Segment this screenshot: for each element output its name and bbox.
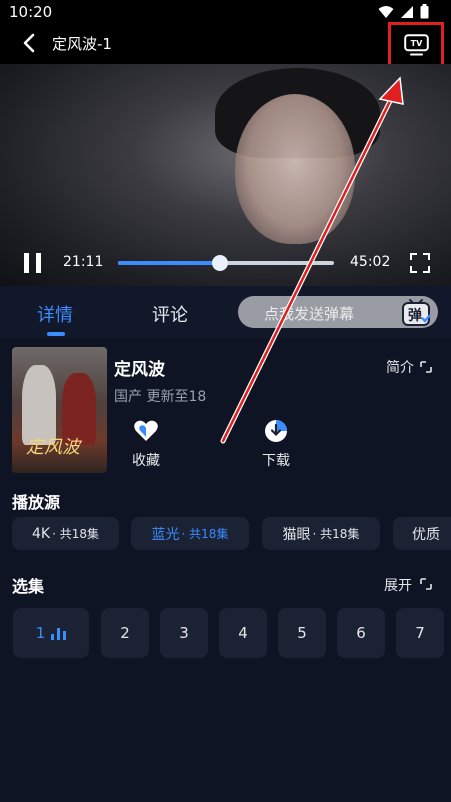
source-chip-maoyan[interactable]: 猫眼 · 共18集 [262, 517, 380, 550]
episode-button-4[interactable]: 4 [219, 608, 267, 658]
cast-tv-button[interactable]: TV [388, 22, 444, 70]
playing-bars-icon [51, 627, 67, 640]
signal-icon [401, 5, 413, 18]
active-tab-indicator [47, 332, 65, 336]
episode-number: 1 [35, 624, 46, 642]
progress-track[interactable] [118, 255, 334, 271]
page-title: 定风波-1 [52, 35, 112, 53]
intro-arrow-icon[interactable] [420, 361, 432, 373]
tv-icon-label: TV [411, 39, 423, 48]
status-time: 10:20 [9, 3, 53, 21]
progress-knob[interactable] [211, 255, 228, 271]
danmu-placeholder: 点我发送弹幕 [264, 305, 355, 323]
source-chip-4k[interactable]: 4K · 共18集 [12, 517, 119, 550]
poster-title: 定风波 [26, 437, 80, 458]
intro-link[interactable]: 简介 [386, 357, 414, 377]
top-bar: 定风波-1 [0, 24, 451, 64]
fullscreen-icon[interactable] [410, 253, 430, 273]
player-controls: 21:11 45:02 [0, 246, 451, 286]
danmu-icon-label: 弹 [408, 307, 422, 324]
progress-fill [118, 261, 220, 265]
show-poster[interactable]: 定风波 [12, 347, 107, 473]
tab-details[interactable]: 详情 [37, 301, 73, 327]
episode-button-6[interactable]: 6 [337, 608, 385, 658]
video-frame-face [235, 94, 355, 244]
battery-icon [420, 4, 429, 19]
expand-link[interactable]: 展开 [384, 575, 412, 595]
source-chip-name: 4K [32, 525, 51, 542]
episode-number: 5 [297, 624, 307, 642]
favorite-button[interactable]: 收藏 [126, 418, 166, 470]
status-bar: 10:20 [0, 0, 451, 24]
source-chip-name: 优质 [412, 526, 440, 543]
source-chip-premium[interactable]: 优质 [393, 517, 451, 550]
source-section-title: 播放源 [12, 493, 61, 512]
tab-comments[interactable]: 评论 [152, 301, 188, 327]
show-title: 定风波 [114, 360, 165, 380]
episode-button-1[interactable]: 1 [13, 608, 89, 658]
download-button[interactable]: 下载 [256, 418, 296, 470]
episode-button-7[interactable]: 7 [396, 608, 444, 658]
download-label: 下载 [262, 453, 290, 469]
episode-number: 3 [179, 624, 189, 642]
source-chip-name: 猫眼 [282, 526, 311, 543]
danmu-toggle-icon[interactable]: 弹 [400, 297, 432, 327]
show-meta: 国产 更新至18 [114, 389, 207, 405]
episode-number: 7 [415, 624, 425, 642]
source-chip-count: · 共18集 [312, 527, 360, 541]
source-chip-name: 蓝光 [151, 526, 180, 543]
episode-number: 4 [238, 624, 248, 642]
status-icons [378, 4, 429, 19]
favorite-label: 收藏 [132, 453, 160, 469]
episodes-section-title: 选集 [12, 577, 45, 596]
duration-time: 45:02 [350, 254, 391, 270]
episode-button-2[interactable]: 2 [101, 608, 149, 658]
back-icon[interactable] [18, 31, 42, 55]
expand-arrow-icon[interactable] [420, 578, 432, 590]
pause-button[interactable] [23, 253, 43, 273]
source-chip-bluray[interactable]: 蓝光 · 共18集 [131, 517, 249, 550]
wifi-icon [378, 5, 394, 18]
episode-button-3[interactable]: 3 [160, 608, 208, 658]
episode-number: 2 [120, 624, 130, 642]
source-chip-count: · 共18集 [181, 527, 229, 541]
current-time: 21:11 [63, 254, 104, 270]
episode-button-5[interactable]: 5 [278, 608, 326, 658]
heart-icon [134, 420, 158, 441]
episode-number: 6 [356, 624, 366, 642]
tv-cast-icon: TV [404, 34, 429, 56]
source-chip-count: · 共18集 [52, 527, 99, 541]
download-icon [265, 420, 287, 442]
